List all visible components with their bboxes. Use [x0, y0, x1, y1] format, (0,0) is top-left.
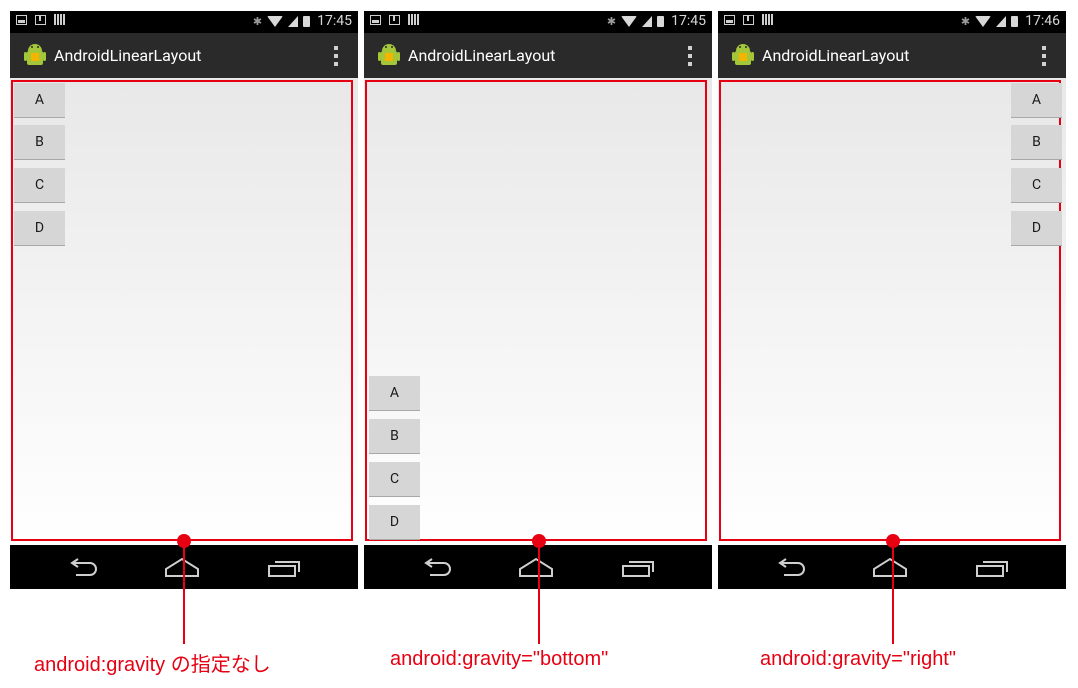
- overflow-menu-icon[interactable]: [688, 46, 692, 66]
- android-app-icon[interactable]: [24, 42, 46, 68]
- back-icon[interactable]: [420, 557, 454, 577]
- phone-screen-bottom: ✱ 17:45 AndroidLinearLayout A B C D: [364, 11, 712, 589]
- button-a[interactable]: A: [14, 83, 65, 118]
- download-icon: [389, 14, 400, 25]
- signal-icon: [996, 15, 1007, 27]
- recent-apps-icon[interactable]: [267, 558, 301, 578]
- caption-default: android:gravity の指定なし: [34, 654, 271, 676]
- home-icon[interactable]: [518, 556, 554, 578]
- picture-icon: [370, 14, 381, 25]
- android-app-icon[interactable]: [732, 42, 754, 68]
- button-c[interactable]: C: [1011, 168, 1062, 203]
- status-clock: 17:46: [1025, 13, 1060, 29]
- wifi-icon: [975, 15, 992, 27]
- barcode-icon: [408, 14, 420, 25]
- annotation-dot: [886, 534, 900, 548]
- status-clock: 17:45: [317, 13, 352, 29]
- caption-right: android:gravity="right": [760, 648, 956, 670]
- picture-icon: [724, 14, 735, 25]
- status-bar: ✱ 17:45: [364, 11, 712, 33]
- barcode-icon: [54, 14, 66, 25]
- app-title: AndroidLinearLayout: [408, 46, 556, 65]
- status-bar: ✱ 17:45: [10, 11, 358, 33]
- bluetooth-icon: ✱: [960, 14, 971, 28]
- android-app-icon[interactable]: [378, 42, 400, 68]
- download-icon: [743, 14, 754, 25]
- notification-icons: [370, 14, 420, 25]
- action-bar: AndroidLinearLayout: [10, 33, 358, 78]
- caption-bottom: android:gravity="bottom": [390, 648, 609, 670]
- system-icons: ✱ 17:45: [607, 13, 706, 29]
- status-bar: ✱ 17:46: [718, 11, 1066, 33]
- overflow-menu-icon[interactable]: [1042, 46, 1046, 66]
- battery-icon: [303, 15, 311, 27]
- back-icon[interactable]: [774, 557, 808, 577]
- picture-icon: [16, 14, 27, 25]
- annotation-leader-line: [183, 541, 185, 644]
- signal-icon: [642, 15, 653, 27]
- notification-icons: [16, 14, 66, 25]
- annotation-dot: [177, 534, 191, 548]
- button-d[interactable]: D: [14, 211, 65, 246]
- system-icons: ✱ 17:45: [253, 13, 352, 29]
- phone-screen-default: ✱ 17:45 AndroidLinearLayout A B C D: [10, 11, 358, 589]
- bluetooth-icon: ✱: [606, 14, 617, 28]
- bluetooth-icon: ✱: [252, 14, 263, 28]
- app-title: AndroidLinearLayout: [762, 46, 910, 65]
- wifi-icon: [621, 15, 638, 27]
- recent-apps-icon[interactable]: [621, 558, 655, 578]
- button-d[interactable]: D: [369, 505, 420, 540]
- overflow-menu-icon[interactable]: [334, 46, 338, 66]
- signal-icon: [288, 15, 299, 27]
- barcode-icon: [762, 14, 774, 25]
- button-c[interactable]: C: [369, 462, 420, 497]
- battery-icon: [657, 15, 665, 27]
- annotation-leader-line: [538, 541, 540, 644]
- status-clock: 17:45: [671, 13, 706, 29]
- button-b[interactable]: B: [369, 419, 420, 454]
- home-icon[interactable]: [872, 556, 908, 578]
- battery-icon: [1011, 15, 1019, 27]
- home-icon[interactable]: [164, 556, 200, 578]
- wifi-icon: [267, 15, 284, 27]
- app-title: AndroidLinearLayout: [54, 46, 202, 65]
- button-d[interactable]: D: [1011, 211, 1062, 246]
- annotation-dot: [532, 534, 546, 548]
- button-b[interactable]: B: [14, 125, 65, 160]
- system-icons: ✱ 17:46: [961, 13, 1060, 29]
- action-bar: AndroidLinearLayout: [364, 33, 712, 78]
- phone-screen-right: ✱ 17:46 AndroidLinearLayout A B C D: [718, 11, 1066, 589]
- button-c[interactable]: C: [14, 168, 65, 203]
- layout-highlight-box: [719, 80, 1061, 541]
- notification-icons: [724, 14, 774, 25]
- button-a[interactable]: A: [1011, 83, 1062, 118]
- recent-apps-icon[interactable]: [975, 558, 1009, 578]
- back-icon[interactable]: [66, 557, 100, 577]
- download-icon: [35, 14, 46, 25]
- annotation-leader-line: [892, 541, 894, 644]
- action-bar: AndroidLinearLayout: [718, 33, 1066, 78]
- button-b[interactable]: B: [1011, 125, 1062, 160]
- button-a[interactable]: A: [369, 376, 420, 411]
